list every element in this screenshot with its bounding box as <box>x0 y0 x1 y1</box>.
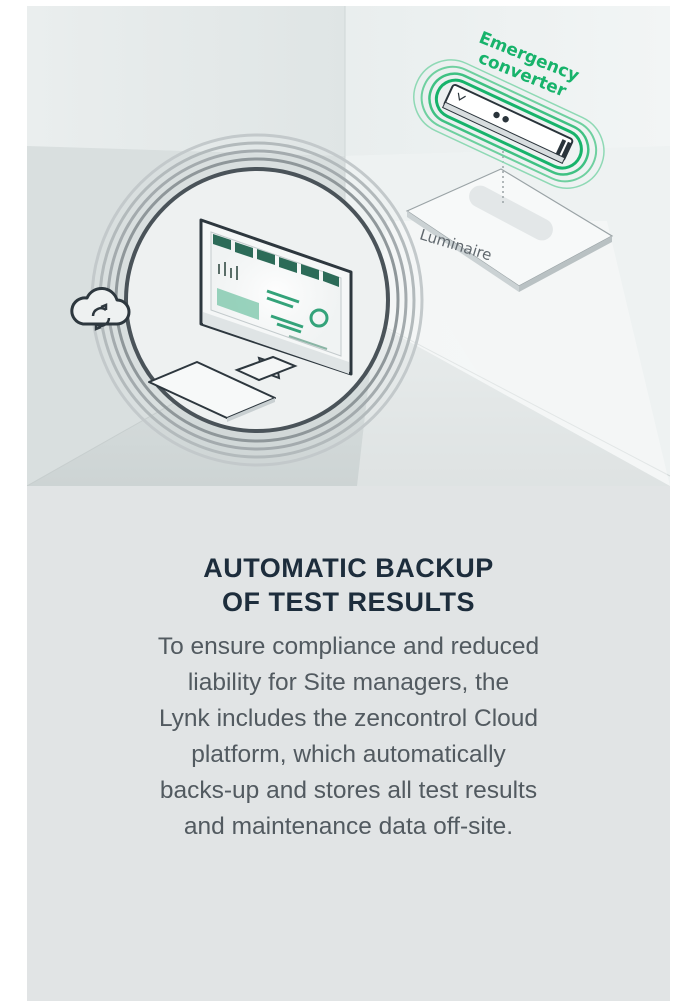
feature-illustration: Luminaire Emergency converter <box>27 6 670 486</box>
description-line3: Lynk includes the zencontrol Cloud <box>158 705 539 732</box>
feature-title-line1: AUTOMATIC BACKUP <box>203 553 494 583</box>
feature-description: To ensure compliance and reduced liabili… <box>89 629 609 845</box>
description-line4: platform, which automatically <box>191 741 506 768</box>
description-line5: backs-up and stores all test results <box>159 777 538 804</box>
illustration-svg: Luminaire Emergency converter <box>27 6 670 486</box>
description-line2: liability for Site managers, the <box>187 669 510 696</box>
feature-card: Luminaire Emergency converter AUTOMATIC … <box>27 6 670 1001</box>
description-line6: and maintenance data off-site. <box>183 813 514 840</box>
feature-text: AUTOMATIC BACKUP OF TEST RESULTS To ensu… <box>27 551 670 845</box>
feature-title: AUTOMATIC BACKUP OF TEST RESULTS <box>27 551 670 619</box>
feature-title-line2: OF TEST RESULTS <box>221 587 475 617</box>
description-line1: To ensure compliance and reduced <box>157 633 540 660</box>
